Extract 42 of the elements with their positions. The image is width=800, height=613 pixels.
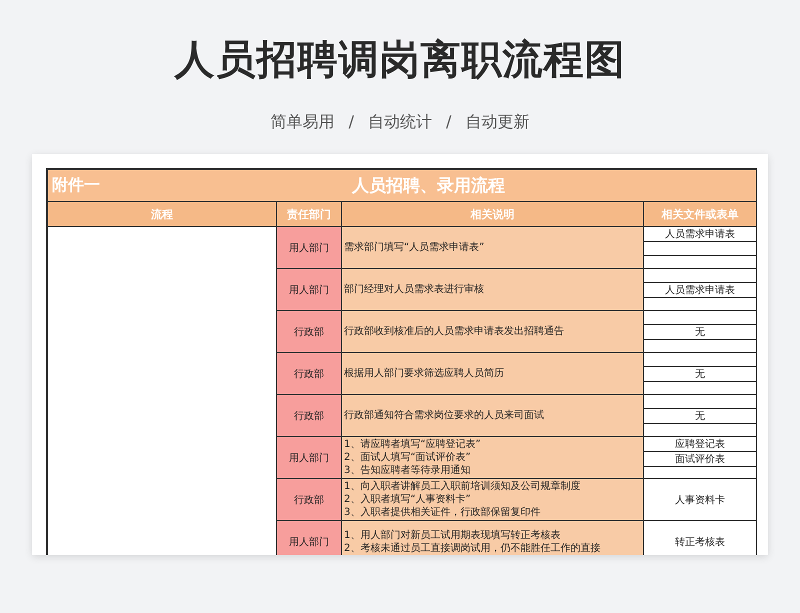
department-cell: 用人部门 bbox=[277, 437, 342, 479]
department-cell: 行政部 bbox=[277, 311, 342, 353]
department-cell: 用人部门 bbox=[277, 521, 342, 555]
description-line: 1、向入职者讲解员工入职前培训须知及公司规章制度 bbox=[344, 480, 582, 493]
attachment-label: 附件一 bbox=[51, 175, 101, 196]
description-line: 2、面试人填写“面试评价表” bbox=[344, 451, 472, 464]
description-line: 行政部通知符合需求岗位要求的人员来司面试 bbox=[344, 409, 545, 422]
file-cell: 人员需求申请表 bbox=[644, 227, 756, 242]
department-cell: 行政部 bbox=[277, 353, 342, 395]
file-cell: 面试评价表 bbox=[644, 452, 756, 467]
description-line: 1、用人部门对新员工试用期表现填写转正考核表 bbox=[344, 528, 562, 542]
column-header: 流程 bbox=[48, 202, 277, 227]
department-cell: 用人部门 bbox=[277, 227, 342, 269]
file-cell: 无 bbox=[644, 324, 756, 340]
feature-label: 自动统计 bbox=[368, 112, 432, 132]
description-line: 2、考核未通过员工直接调岗试用，仍不能胜任工作的直接 bbox=[344, 542, 602, 554]
feature-label: 自动更新 bbox=[465, 112, 530, 132]
department-cell: 行政部 bbox=[277, 395, 342, 437]
department-cell: 行政部 bbox=[277, 479, 342, 521]
column-header: 相关说明 bbox=[342, 202, 644, 227]
column-header: 相关文件或表单 bbox=[644, 202, 757, 227]
description-line: 3、入职者提供相关证件，行政部保留复印件 bbox=[344, 506, 542, 519]
page-title: 人员招聘调岗离职流程图 bbox=[173, 36, 626, 85]
file-cell-text: 人事资料卡 bbox=[674, 494, 726, 508]
description-line: 2、入职者填写“人事资料卡” bbox=[344, 493, 472, 506]
description-line: 需求部门填写“人员需求申请表” bbox=[344, 241, 486, 254]
description-line: 部门经理对人员需求表进行审核 bbox=[344, 283, 485, 296]
column-header: 责任部门 bbox=[277, 202, 342, 227]
description-line: 1、请应聘者填写“应聘登记表” bbox=[344, 438, 482, 451]
file-cell: 应聘登记表 bbox=[644, 437, 756, 452]
sheet-title: 人员招聘、录用流程 bbox=[352, 175, 505, 197]
department-cell: 用人部门 bbox=[277, 269, 342, 311]
file-cell: 无 bbox=[644, 408, 756, 424]
description-line: 行政部收到核准后的人员需求申请表发出招聘通告 bbox=[344, 325, 565, 338]
description-line: 3、告知应聘者等待录用通知 bbox=[344, 464, 472, 477]
separator: / bbox=[348, 112, 354, 132]
file-cell-text: 转正考核表 bbox=[674, 536, 726, 550]
description-line: 根据用人部门要求筛选应聘人员简历 bbox=[344, 367, 505, 380]
file-cell: 无 bbox=[644, 366, 756, 382]
feature-label: 简单易用 bbox=[270, 112, 335, 132]
separator: / bbox=[446, 112, 452, 132]
file-cell: 人员需求申请表 bbox=[644, 282, 756, 298]
